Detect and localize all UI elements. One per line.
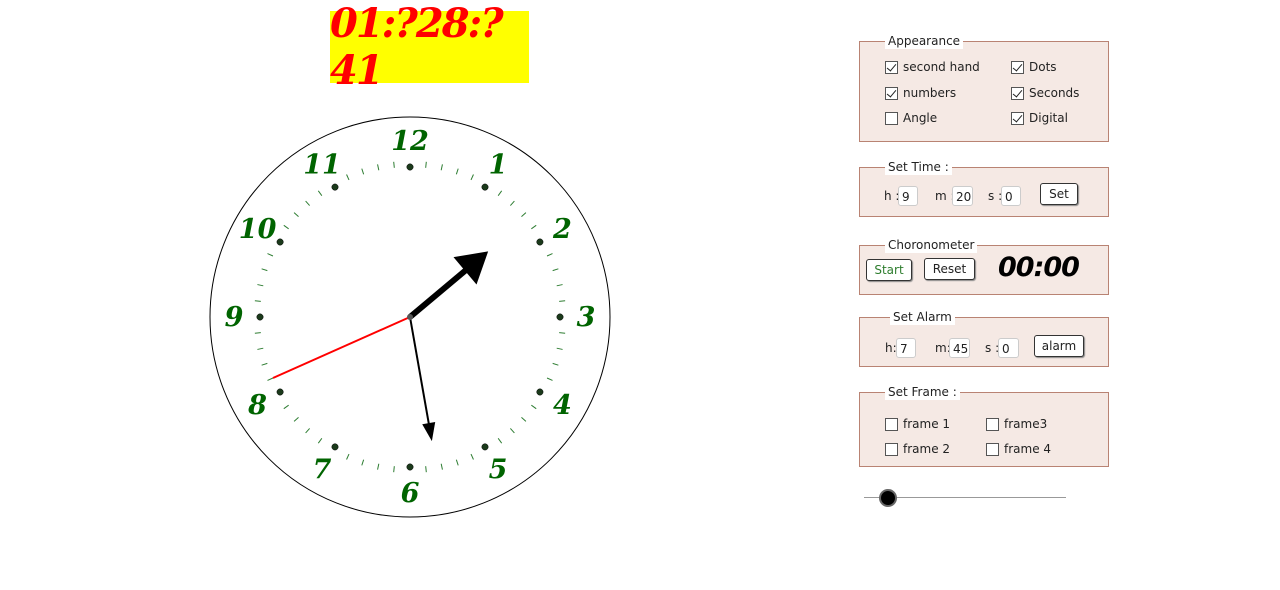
appearance-title: Appearance [885, 33, 964, 49]
frame1-label: frame 1 [903, 417, 951, 431]
clock-number: 1 [489, 150, 508, 181]
minute-tick [393, 466, 395, 473]
hour-dot [406, 463, 414, 471]
clock-number: 8 [247, 390, 267, 421]
minute-tick [254, 332, 261, 334]
clock-number: 2 [552, 214, 572, 245]
digital-label: Digital [1029, 111, 1068, 125]
set-time-title: Set Time : [885, 159, 952, 175]
digital-time: 01:?28:?41 [330, 0, 504, 94]
chrono-reset-button[interactable]: Reset [924, 258, 975, 280]
alarm-second-input[interactable]: 0 [998, 338, 1019, 358]
frame1-checkbox[interactable]: frame 1 [885, 417, 950, 431]
hour-dot [276, 238, 284, 246]
set-time-button[interactable]: Set [1040, 183, 1078, 205]
minute-tick [425, 466, 427, 473]
seconds-checkbox[interactable]: Seconds [1011, 86, 1079, 100]
checkbox-box[interactable] [986, 442, 999, 456]
alarm-hour-label: h: [885, 341, 897, 355]
checkbox-box[interactable] [885, 60, 898, 74]
hour-dot [556, 313, 564, 321]
hour-input[interactable]: 9 [898, 186, 918, 206]
second-hand-label: second hand [903, 60, 980, 74]
checkbox-box[interactable] [885, 86, 898, 100]
checkbox-box[interactable] [1011, 60, 1024, 74]
second-hand-checkbox[interactable]: second hand [885, 60, 980, 74]
checkbox-box[interactable] [986, 417, 999, 431]
hour-dot [536, 238, 544, 246]
clock-number: 3 [577, 302, 596, 333]
alarm-minute-input[interactable]: 45 [949, 338, 970, 358]
frame4-label: frame 4 [1004, 442, 1052, 456]
digital-checkbox[interactable]: Digital [1011, 111, 1068, 125]
set-time-panel: Set Time : h : 9 m : 20 s : 0 Set [859, 159, 1109, 217]
hour-dot [481, 443, 489, 451]
clock-number: 12 [391, 126, 429, 157]
frame4-checkbox[interactable]: frame 4 [986, 442, 1051, 456]
set-frame-title: Set Frame : [885, 384, 960, 400]
clock-number: 5 [489, 454, 508, 485]
frame3-checkbox[interactable]: frame3 [986, 417, 1047, 431]
second-input[interactable]: 0 [1001, 186, 1021, 206]
checkbox-box[interactable] [885, 417, 898, 431]
frame2-checkbox[interactable]: frame 2 [885, 442, 950, 456]
clock-number: 4 [553, 390, 572, 421]
clock-number: 7 [313, 454, 332, 485]
hour-dot [276, 388, 284, 396]
minute-tick [559, 300, 566, 302]
angle-checkbox[interactable]: Angle [885, 111, 937, 125]
hour-dot [256, 313, 264, 321]
hour-dot [536, 388, 544, 396]
dots-checkbox[interactable]: Dots [1011, 60, 1057, 74]
numbers-checkbox[interactable]: numbers [885, 86, 956, 100]
appearance-panel: Appearance second hand Dots numbers Seco… [859, 33, 1109, 142]
alarm-second-label: s : [985, 341, 1000, 355]
hour-dot [406, 163, 414, 171]
clock-number: 11 [303, 150, 341, 181]
minute-tick [254, 300, 261, 302]
set-alarm-title: Set Alarm [890, 309, 955, 325]
checkbox-box[interactable] [885, 111, 898, 125]
minute-tick [425, 161, 427, 168]
chronometer-panel: Choronometer Start Reset 00:00 [859, 237, 1109, 295]
clock-center [407, 314, 413, 320]
chronometer-title: Choronometer [885, 237, 978, 253]
seconds-label: Seconds [1029, 86, 1080, 100]
clock-number: 9 [225, 302, 244, 333]
checkbox-box[interactable] [1011, 86, 1024, 100]
slider-thumb[interactable] [879, 489, 898, 507]
frame2-label: frame 2 [903, 442, 951, 456]
second-label: s : [988, 189, 1003, 203]
numbers-label: numbers [903, 86, 957, 100]
digital-display: 01:?28:?41 [330, 0, 529, 94]
chrono-time-display: 00:00 [998, 252, 1080, 283]
set-frame-panel: Set Frame : frame 1 frame3 frame 2 frame… [859, 384, 1109, 467]
set-alarm-panel: Set Alarm h: 7 m: 45 s : 0 alarm [859, 309, 1109, 367]
minute-input[interactable]: 20 [952, 186, 973, 206]
checkbox-box[interactable] [1011, 111, 1024, 125]
analog-clock: 121234567891011 [209, 116, 611, 518]
hour-dot [331, 183, 339, 191]
checkbox-box[interactable] [885, 442, 898, 456]
frame3-label: frame3 [1004, 417, 1048, 431]
angle-label: Angle [903, 111, 938, 125]
hour-dot [331, 443, 339, 451]
alarm-hour-input[interactable]: 7 [896, 338, 916, 358]
clock-number: 10 [239, 214, 277, 245]
hour-dot [481, 183, 489, 191]
minute-tick [559, 332, 566, 334]
minute-tick [393, 161, 395, 168]
clock-number: 6 [401, 478, 420, 509]
dots-label: Dots [1029, 60, 1057, 74]
chrono-start-button[interactable]: Start [866, 259, 912, 281]
alarm-button[interactable]: alarm [1034, 335, 1084, 357]
